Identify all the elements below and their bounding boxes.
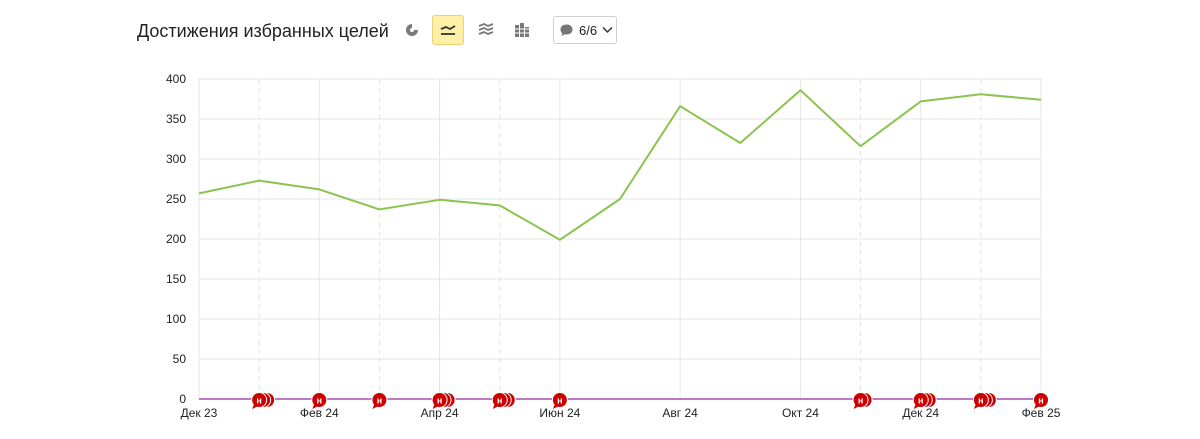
note-marker-label: н xyxy=(918,396,923,406)
x-tick-label: Дек 24 xyxy=(902,406,939,420)
note-markers[interactable]: нннннннннн xyxy=(251,392,1049,410)
line-chart: 0 50 100 150 200 250 300 350 400 Дек 23 Фев 24 Апр … xyxy=(166,72,1061,420)
note-marker[interactable]: н xyxy=(251,392,276,410)
x-tick-label: Фев 25 xyxy=(1022,406,1061,420)
note-marker-label: н xyxy=(317,396,322,406)
x-tick-label: Апр 24 xyxy=(421,406,459,420)
note-marker-label: н xyxy=(497,396,502,406)
y-tick-label: 400 xyxy=(166,72,186,86)
note-marker-label: н xyxy=(978,396,983,406)
grid xyxy=(198,78,1042,399)
y-tick-label: 100 xyxy=(166,312,186,326)
y-tick-label: 150 xyxy=(166,272,186,286)
y-tick-label: 200 xyxy=(166,232,186,246)
note-marker[interactable]: н xyxy=(491,392,516,410)
note-marker-label: н xyxy=(437,396,442,406)
x-tick-label: Окт 24 xyxy=(782,406,819,420)
y-tick-label: 50 xyxy=(173,352,187,366)
y-tick-label: 0 xyxy=(179,392,186,406)
note-marker-label: н xyxy=(377,396,382,406)
note-marker[interactable]: н xyxy=(912,392,937,410)
y-tick-label: 250 xyxy=(166,192,186,206)
note-marker[interactable]: н xyxy=(852,392,873,410)
note-marker[interactable]: н xyxy=(371,392,388,410)
y-tick-label: 300 xyxy=(166,152,186,166)
x-tick-label: Фев 24 xyxy=(300,406,339,420)
series xyxy=(198,89,1042,241)
y-tick-label: 350 xyxy=(166,112,186,126)
axes: 0 50 100 150 200 250 300 350 400 Дек 23 Фев 24 Апр … xyxy=(166,72,1061,420)
note-marker[interactable]: н xyxy=(431,392,456,410)
note-marker-label: н xyxy=(858,396,863,406)
note-marker[interactable]: н xyxy=(972,392,997,410)
x-tick-label: Дек 23 xyxy=(181,406,218,420)
note-marker-label: н xyxy=(1038,396,1043,406)
note-marker-label: н xyxy=(256,396,261,406)
series-line xyxy=(198,89,1042,241)
x-tick-label: Июн 24 xyxy=(539,406,580,420)
note-marker-label: н xyxy=(557,396,562,406)
x-tick-label: Авг 24 xyxy=(662,406,698,420)
